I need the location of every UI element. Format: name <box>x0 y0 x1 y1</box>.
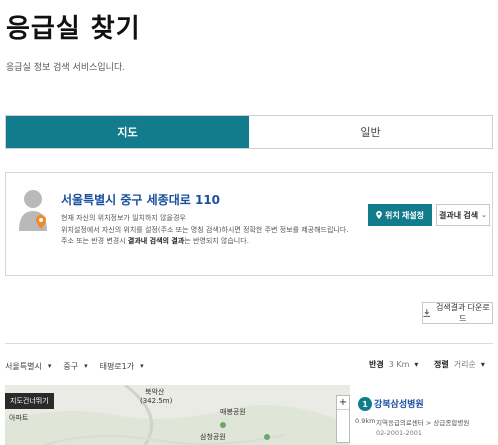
tab-bar: 지도 일반 <box>5 115 493 149</box>
map-zoom-control[interactable]: + <box>336 395 350 443</box>
result-number-badge: 1 <box>358 397 372 411</box>
sort-value: 거리순 <box>453 360 476 369</box>
notice-line: 현재 자신의 위치정보가 일치하지 않을경우 <box>61 214 186 222</box>
result-phone: 02-2001-2001 <box>376 429 423 437</box>
download-icon <box>423 309 431 317</box>
reset-location-button[interactable]: 위치 재설정 <box>368 204 432 226</box>
map-label-park: 삼청공원 <box>200 433 226 441</box>
map-label-apartment: 아파트 <box>9 414 29 422</box>
map-label-peak: 북악산 <box>145 388 165 396</box>
radius-value: 3 Km <box>388 360 410 369</box>
notice-line: 주소 또는 반경 변경시 결과내 검색의 결과는 반영되지 않습니다. <box>61 236 351 248</box>
map-label-elevation: (342.5m) <box>140 397 173 405</box>
tab-map[interactable]: 지도 <box>6 116 249 148</box>
map-area[interactable]: 지도건너뛰기 북악산 (342.5m) 매봉공원 삼청공원 아파트 <box>5 385 350 445</box>
result-distance: 0.9km <box>355 417 376 425</box>
page-description: 응급실 정보 검색 서비스입니다. <box>6 63 126 73</box>
reset-location-label: 위치 재설정 <box>384 210 425 220</box>
sort-label: 정렬 <box>434 360 449 369</box>
district-select[interactable]: 중구 ▾ <box>63 361 87 372</box>
notice-text: 주소 또는 반경 변경시 <box>61 237 128 245</box>
city-value: 서울특별시 <box>5 361 42 371</box>
street-value: 태평로1가 <box>99 361 135 371</box>
radius-label: 반경 <box>369 360 384 369</box>
map-background <box>5 385 350 445</box>
chevron-down-icon: ▾ <box>480 360 485 369</box>
current-address: 서울특별시 중구 세종대로 110 <box>61 193 221 207</box>
results-list: 1 강북삼성병원 0.9km 지역응급의료센터 > 상급종합병원 02-2001… <box>353 385 498 445</box>
filter-results-button[interactable]: 결과내 검색 ⌄ <box>436 204 490 226</box>
location-pin-icon <box>36 215 46 229</box>
download-results-button[interactable]: 검색결과 다운로드 <box>422 302 493 324</box>
city-select[interactable]: 서울특별시 ▾ <box>5 361 51 372</box>
chevron-down-icon: ▾ <box>140 362 144 370</box>
street-select[interactable]: 태평로1가 ▾ <box>100 361 144 372</box>
map-label-station: 매봉공원 <box>220 408 246 416</box>
location-notice: 현재 자신의 위치정보가 일치하지 않을경우 위치설정에서 자신의 위치를 설정… <box>61 213 351 248</box>
filter-results-label: 결과내 검색 <box>439 210 479 220</box>
notice-line: 위치설정에서 자신의 위치를 설정(주소 또는 명칭 검색)하시면 정확한 주변… <box>61 225 349 234</box>
download-results-label: 검색결과 다운로드 <box>435 303 490 323</box>
tab-general[interactable]: 일반 <box>249 116 492 148</box>
notice-emphasis: 결과내 검색의 결과 <box>127 237 185 245</box>
sort-select[interactable]: 정렬 거리순 ▾ <box>434 359 485 370</box>
location-card: 서울특별시 중구 세종대로 110 현재 자신의 위치정보가 일치하지 않을경우… <box>5 172 493 276</box>
location-pin-icon <box>376 211 382 219</box>
divider <box>5 343 493 344</box>
district-value: 중구 <box>63 361 79 371</box>
chevron-down-icon: ▾ <box>84 362 88 370</box>
zoom-in-icon[interactable]: + <box>337 396 349 410</box>
page-title: 응급실 찾기 <box>6 14 141 44</box>
chevron-down-icon: ▾ <box>47 362 52 370</box>
skip-map-button[interactable]: 지도건너뛰기 <box>5 393 54 409</box>
radius-select[interactable]: 반경 3 Km ▾ <box>369 359 418 370</box>
result-name[interactable]: 강북삼성병원 <box>374 397 424 410</box>
result-type: 지역응급의료센터 > 상급종합병원 <box>376 419 470 427</box>
region-filters: 서울특별시 ▾ 중구 ▾ 태평로1가 ▾ <box>5 356 156 376</box>
chevron-down-icon: ▾ <box>414 360 419 369</box>
chevron-down-icon: ⌄ <box>481 212 487 219</box>
notice-text: 는 반영되지 않습니다. <box>184 237 249 245</box>
